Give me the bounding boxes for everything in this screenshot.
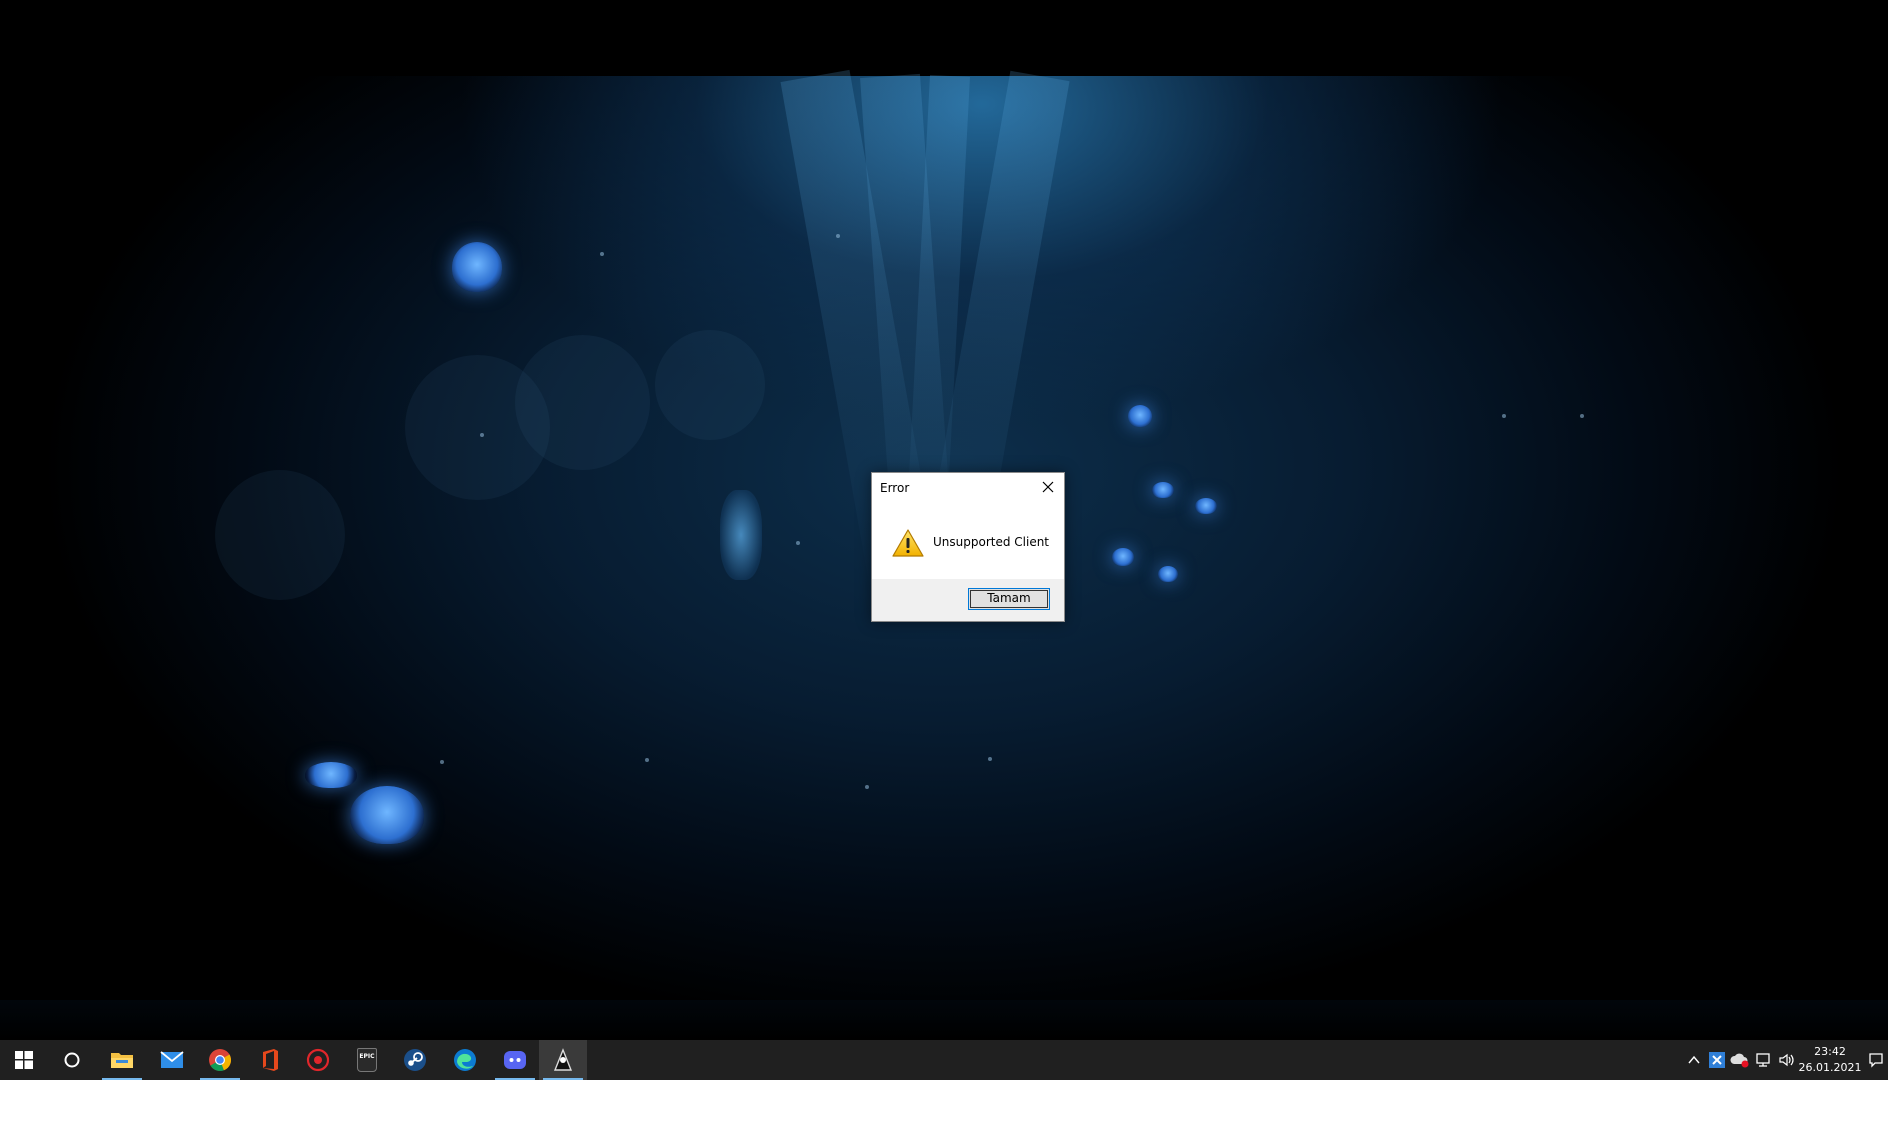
mail-icon [160, 1051, 184, 1068]
onedrive-tray-icon[interactable] [1730, 1050, 1750, 1070]
taskbar-app-mail[interactable] [148, 1040, 196, 1080]
particle [440, 760, 444, 764]
show-hidden-icons-button[interactable] [1684, 1050, 1704, 1070]
bokeh-bubble [655, 330, 765, 440]
particle [836, 234, 840, 238]
bokeh-bubble [515, 335, 650, 470]
taskbar-app-office[interactable] [246, 1040, 294, 1080]
bokeh-bubble [215, 470, 345, 600]
chrome-icon [209, 1049, 232, 1072]
volume-tray-icon[interactable] [1777, 1050, 1797, 1070]
taskbar-app-game-client[interactable] [539, 1040, 587, 1080]
taskbar-app-epic-games[interactable]: EPIC [343, 1040, 391, 1080]
particle [865, 785, 869, 789]
particle [600, 252, 604, 256]
network-icon [1756, 1053, 1770, 1067]
taskbar-app-file-explorer[interactable] [98, 1040, 146, 1080]
taskbar-app-discord[interactable] [491, 1040, 539, 1080]
search-button[interactable] [48, 1040, 96, 1080]
wallpaper-bottom-shade [0, 1000, 1888, 1040]
steam-icon [404, 1049, 426, 1071]
particle [645, 758, 649, 762]
tray-app-icon[interactable] [1707, 1050, 1727, 1070]
game-client-icon [553, 1048, 573, 1071]
notification-icon [1869, 1053, 1883, 1068]
taskbar: EPIC 23:42 26.01.2021 [0, 1040, 1888, 1080]
cortana-circle-icon [64, 1052, 80, 1068]
close-icon [1042, 481, 1054, 493]
taskbar-app-edge[interactable] [441, 1040, 489, 1080]
clock-time: 23:42 [1814, 1045, 1846, 1058]
chevron-up-icon [1688, 1055, 1700, 1064]
dialog-close-button[interactable] [1036, 476, 1060, 498]
glowing-creature [720, 490, 762, 580]
error-dialog: Error Unsupported Client Tamam [871, 472, 1065, 622]
jellyfish [1158, 566, 1178, 582]
taskbar-clock[interactable]: 23:42 26.01.2021 [1798, 1044, 1862, 1076]
cloud-icon [1730, 1053, 1749, 1068]
particle [1580, 414, 1584, 418]
dialog-message: Unsupported Client [933, 535, 1050, 549]
warning-icon [891, 528, 925, 558]
jellyfish [1152, 482, 1174, 498]
dialog-title: Error [880, 481, 910, 495]
particle [988, 757, 992, 761]
screen: Error Unsupported Client Tamam EPIC 23:4… [0, 0, 1888, 1080]
folder-icon [111, 1053, 133, 1068]
jellyfish [1195, 498, 1217, 514]
ok-button[interactable]: Tamam [968, 588, 1050, 610]
office-icon [263, 1049, 278, 1071]
taskbar-app-chrome[interactable] [196, 1040, 244, 1080]
jellyfish [350, 786, 424, 844]
particle [1502, 414, 1506, 418]
speaker-icon [1779, 1053, 1794, 1067]
particle [480, 433, 484, 437]
jellyfish [1112, 548, 1134, 566]
taskbar-app-steam[interactable] [391, 1040, 439, 1080]
dialog-footer: Tamam [872, 579, 1064, 621]
particle [796, 541, 800, 545]
jellyfish [1128, 405, 1152, 427]
windows-logo-icon [15, 1051, 33, 1069]
network-tray-icon[interactable] [1754, 1050, 1774, 1070]
tray-app-x-icon [1709, 1052, 1725, 1068]
action-center-button[interactable] [1866, 1050, 1886, 1070]
clock-date: 26.01.2021 [1798, 1061, 1862, 1074]
epic-games-icon: EPIC [357, 1048, 377, 1072]
launcher-icon [306, 1048, 330, 1072]
epic-games-label: EPIC [359, 1053, 375, 1060]
start-button[interactable] [0, 1040, 48, 1080]
edge-icon [454, 1049, 476, 1071]
jellyfish [452, 242, 502, 292]
jellyfish [305, 762, 357, 788]
taskbar-app-game-launcher[interactable] [294, 1040, 342, 1080]
discord-icon [504, 1051, 526, 1069]
wallpaper-black-band [0, 0, 1888, 76]
